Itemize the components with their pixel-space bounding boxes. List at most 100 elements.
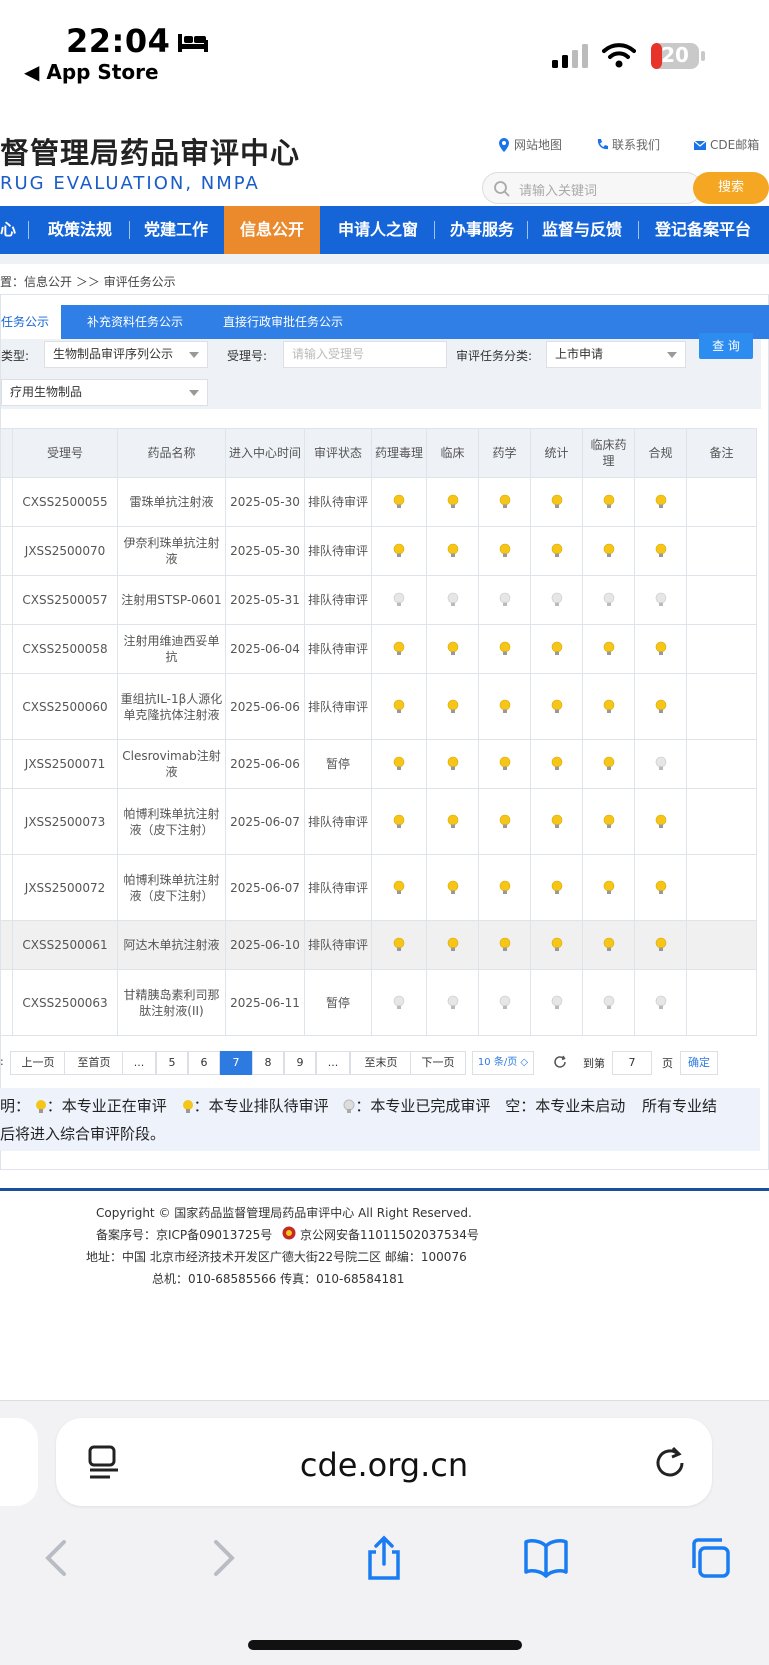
accept-no-input[interactable]: 请输入受理号 <box>283 341 447 368</box>
refresh-icon[interactable] <box>552 1054 568 1070</box>
address-bar[interactable]: cde.org.cn <box>56 1418 712 1506</box>
back-to-app-store[interactable]: ◀ App Store <box>24 60 159 84</box>
nav-item-supervision[interactable]: 监督与反馈 <box>532 206 632 254</box>
tab-direct-approval-notice[interactable]: 直接行政审批任务公示 <box>223 305 343 339</box>
accept-no-label: 受理号: <box>227 349 268 363</box>
bulb-yellow-icon <box>655 494 666 509</box>
signal-icon <box>552 44 588 68</box>
search-button[interactable]: 搜索 <box>693 172 769 204</box>
category-select[interactable]: 上市申请 <box>546 341 686 368</box>
discipline-status-cell <box>530 788 583 855</box>
main-nav: 心 政策法规 党建工作 信息公开 申请人之窗 办事服务 监督与反馈 登记备案平台 <box>0 206 769 254</box>
mail-link[interactable]: CDE邮箱 <box>694 136 759 153</box>
review-status-cell: 排队待审评 <box>304 920 372 970</box>
next-page-button[interactable]: 下一页 <box>410 1051 466 1075</box>
nav-item-services[interactable]: 办事服务 <box>440 206 524 254</box>
page-9-button[interactable]: 9 <box>284 1051 316 1075</box>
nav-divider <box>129 221 130 239</box>
footer-divider <box>0 1188 769 1191</box>
discipline-status-cell <box>530 854 583 921</box>
nav-item-policy[interactable]: 政策法规 <box>38 206 122 254</box>
discipline-status-cell <box>426 624 479 674</box>
forward-arrow-icon[interactable] <box>198 1534 246 1582</box>
discipline-status-cell <box>582 969 635 1036</box>
table-row: CXSS2500061 阿达木单抗注射液 2025-06-10 排队待审评 <box>0 920 757 970</box>
remarks-cell <box>686 920 757 970</box>
type-select-value: 生物制品审评序列公示 <box>53 347 174 361</box>
nav-item-info[interactable]: 信息公开 <box>224 206 320 254</box>
row-edge-cell <box>0 854 13 921</box>
entry-date-cell: 2025-06-10 <box>225 920 305 970</box>
prev-page-button[interactable]: 上一页 <box>10 1051 66 1075</box>
legend-done: ：本专业已完成审评 <box>355 1097 491 1115</box>
entry-date-cell: 2025-05-31 <box>225 575 305 625</box>
pager-ellipsis[interactable]: ... <box>316 1051 350 1075</box>
site-subtitle: RUG EVALUATION, NMPA <box>0 173 260 194</box>
header-drug-name: 药品名称 <box>117 428 226 478</box>
category-label: 审评任务分类: <box>456 349 533 363</box>
discipline-status-cell <box>371 788 427 855</box>
table-row: JXSS2500071 Clesrovimab注射液 2025-06-06 暂停 <box>0 739 757 789</box>
bulb-yellow-icon <box>499 937 510 952</box>
discipline-status-cell <box>478 739 531 789</box>
discipline-status-cell <box>634 788 687 855</box>
tab-task-notice[interactable]: 任务公示 <box>1 305 61 339</box>
nav-item-registration[interactable]: 登记备案平台 <box>644 206 762 254</box>
discipline-status-cell <box>530 739 583 789</box>
site-header: 督管理局药品审评中心 RUG EVALUATION, NMPA 网站地图 联系我… <box>0 100 769 206</box>
reload-icon[interactable] <box>652 1444 688 1480</box>
nav-item-home[interactable]: 心 <box>0 206 20 254</box>
contact-link[interactable]: 联系我们 <box>596 136 660 153</box>
discipline-status-cell <box>371 526 427 576</box>
bulb-yellow-icon <box>499 814 510 828</box>
confirm-goto-button[interactable]: 确定 <box>680 1051 718 1075</box>
footer-icp[interactable]: 备案序号：京ICP备09013725号 <box>96 1226 272 1243</box>
discipline-status-cell <box>371 739 427 789</box>
subtype-select[interactable]: 疗用生物制品 <box>1 379 208 406</box>
page-5-button[interactable]: 5 <box>156 1051 188 1075</box>
page-7-button[interactable]: 7 <box>220 1051 252 1075</box>
footer-police[interactable]: 京公网安备11011502037534号 <box>300 1226 479 1243</box>
pager-ellipsis[interactable]: ... <box>122 1051 156 1075</box>
page-8-button[interactable]: 8 <box>252 1051 284 1075</box>
adjacent-tab[interactable] <box>0 1418 38 1506</box>
bulb-yellow-icon <box>603 494 614 509</box>
page-6-button[interactable]: 6 <box>188 1051 220 1075</box>
discipline-status-cell <box>634 969 687 1036</box>
nav-item-party[interactable]: 党建工作 <box>134 206 218 254</box>
sitemap-link[interactable]: 网站地图 <box>498 136 562 153</box>
task-table: 受理号 药品名称 进入中心时间 审评状态 药理毒理 临床 药学 统计 临床药理 … <box>0 428 757 1036</box>
goto-page-input[interactable]: 7 <box>612 1051 652 1075</box>
search-input[interactable]: 请输入关键词 <box>482 172 702 204</box>
nav-item-applicant[interactable]: 申请人之窗 <box>326 206 430 254</box>
discipline-status-cell <box>634 526 687 576</box>
accept-no-cell: JXSS2500070 <box>12 526 118 576</box>
bulb-yellow-icon <box>655 641 666 656</box>
query-button[interactable]: 查 询 <box>699 333 753 359</box>
review-status-cell: 排队待审评 <box>304 788 372 855</box>
discipline-status-cell <box>371 920 427 970</box>
page-size-select[interactable]: 10 条/页 ◇ <box>472 1051 534 1075</box>
bulb-yellow-icon <box>655 699 666 713</box>
header-clin-pharm: 临床药理 <box>582 428 635 478</box>
discipline-status-cell <box>478 673 531 740</box>
last-page-button[interactable]: 至末页 <box>350 1051 412 1075</box>
discipline-status-cell <box>530 673 583 740</box>
bulb-gray-icon <box>655 592 666 607</box>
tab-supplement-notice[interactable]: 补充资料任务公示 <box>87 305 183 339</box>
tabs-icon[interactable] <box>686 1534 734 1582</box>
discipline-status-cell <box>478 575 531 625</box>
drug-name-cell: 帕博利珠单抗注射液（皮下注射） <box>117 788 226 855</box>
first-page-button[interactable]: 至首页 <box>64 1051 124 1075</box>
discipline-status-cell <box>478 920 531 970</box>
bulb-gray-icon <box>603 995 614 1009</box>
discipline-status-cell <box>426 854 479 921</box>
row-edge-cell <box>0 788 13 855</box>
header-entry-time: 进入中心时间 <box>225 428 305 478</box>
back-arrow-icon[interactable] <box>34 1534 82 1582</box>
share-icon[interactable] <box>360 1534 408 1582</box>
type-select[interactable]: 生物制品审评序列公示 <box>44 341 208 368</box>
search-placeholder: 请输入关键词 <box>519 184 598 199</box>
bulb-yellow-icon <box>499 543 510 558</box>
bookmarks-icon[interactable] <box>522 1534 570 1582</box>
